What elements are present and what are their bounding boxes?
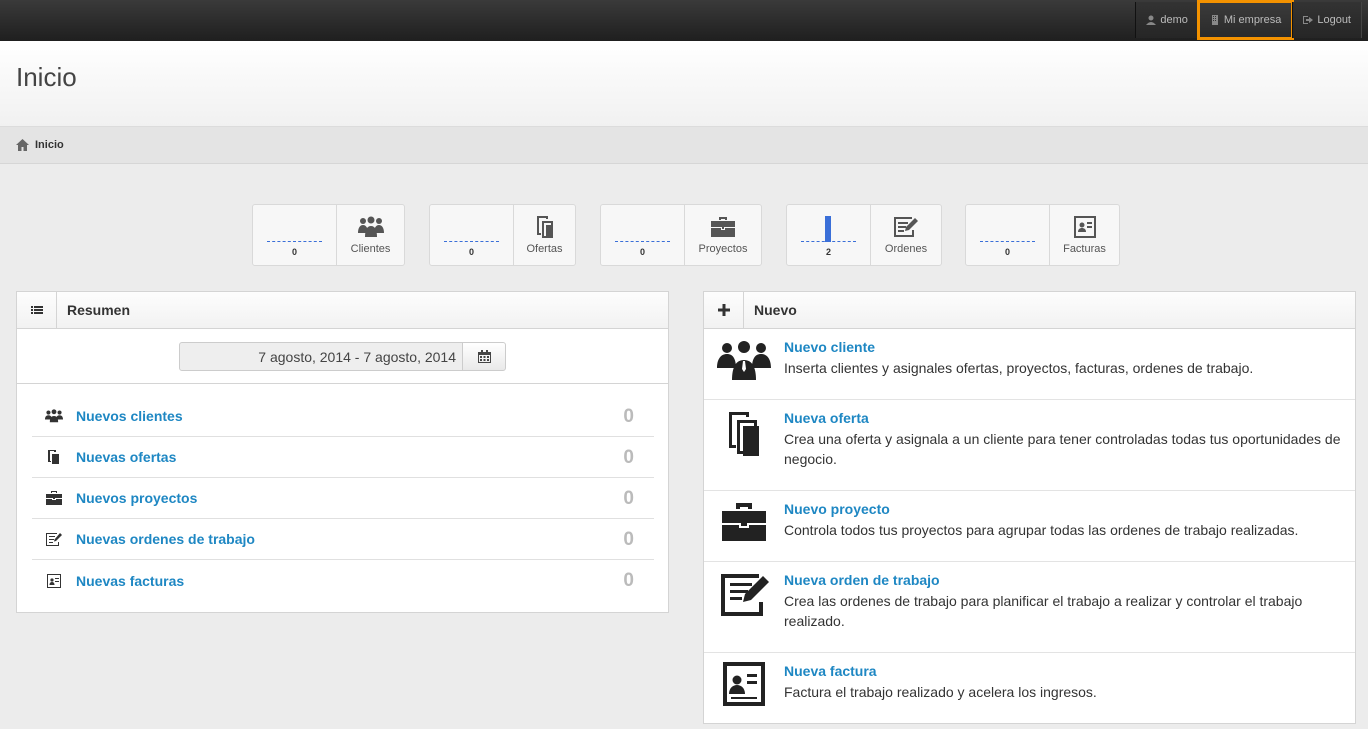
work-order-icon <box>721 574 769 616</box>
spark-bar <box>825 216 831 242</box>
nuevo-header: Nuevo <box>704 291 1355 329</box>
stat-facturas[interactable]: 0 Facturas <box>965 204 1120 266</box>
calendar-icon <box>477 350 491 363</box>
logout-icon <box>1303 16 1314 24</box>
breadcrumb-home[interactable]: Inicio <box>35 139 64 151</box>
nuevo-proyecto-link[interactable]: Nuevo proyecto <box>784 501 1341 517</box>
calendar-button[interactable] <box>462 342 506 371</box>
nuevos-proyectos-link[interactable]: Nuevos proyectos <box>76 490 197 506</box>
stat-ordenes[interactable]: 2 Ordenes <box>786 204 942 266</box>
breadcrumb: Inicio <box>0 127 1368 164</box>
sparkline: 0 <box>966 205 1050 265</box>
offers-icon <box>729 412 759 456</box>
stat-ofertas[interactable]: 0 Ofertas <box>429 204 576 266</box>
nuevas-ofertas-link[interactable]: Nuevas ofertas <box>76 449 176 465</box>
top-nav: demo Mi empresa Logout <box>1135 0 1368 41</box>
stat-count: 2 <box>825 247 831 257</box>
stat-label: Proyectos <box>698 243 748 255</box>
new-item-cliente[interactable]: Nuevo cliente Inserta clientes y asignal… <box>704 329 1355 400</box>
clients-icon <box>357 216 384 237</box>
new-item-oferta[interactable]: Nueva oferta Crea una oferta y asignala … <box>704 400 1355 491</box>
new-item-proyecto[interactable]: Nuevo proyecto Controla todos tus proyec… <box>704 491 1355 562</box>
stat-label: Ordenes <box>884 243 928 255</box>
stat-label: Facturas <box>1063 243 1106 255</box>
stat-count: 0 <box>639 247 645 257</box>
resumen-list: Nuevos clientes 0 Nuevas ofertas 0 Nuevo… <box>32 396 654 601</box>
stat-count: 0 <box>1004 247 1010 257</box>
nuevo-panel: Nuevo Nuevo cliente Inserta clientes y a… <box>703 291 1356 724</box>
new-item-factura[interactable]: Nueva factura Factura el trabajo realiza… <box>704 653 1355 724</box>
nuevo-cliente-desc: Inserta clientes y asignales ofertas, pr… <box>784 360 1254 376</box>
user-icon <box>1146 15 1157 25</box>
invoice-icon <box>47 573 61 588</box>
nuevas-facturas-link[interactable]: Nuevas facturas <box>76 573 184 589</box>
count: 0 <box>623 488 634 509</box>
offers-icon <box>48 450 59 464</box>
list-item: Nuevos proyectos 0 <box>32 478 654 519</box>
page-header: Inicio <box>0 41 1368 127</box>
work-order-icon <box>46 533 62 546</box>
stat-label: Ofertas <box>526 243 563 255</box>
home-icon[interactable] <box>16 139 29 151</box>
stat-clientes[interactable]: 0 Clientes <box>252 204 405 266</box>
user-button[interactable]: demo <box>1135 2 1199 38</box>
new-item-orden[interactable]: Nueva orden de trabajo Crea las ordenes … <box>704 562 1355 653</box>
invoice-icon <box>1073 216 1096 238</box>
list-item: Nuevas facturas 0 <box>32 560 654 601</box>
top-navbar: demo Mi empresa Logout <box>0 0 1368 41</box>
clients-icon <box>717 341 771 380</box>
sparkline: 0 <box>430 205 514 265</box>
list-item: Nuevas ordenes de trabajo 0 <box>32 519 654 560</box>
resumen-header: Resumen <box>17 291 668 329</box>
nuevos-clientes-link[interactable]: Nuevos clientes <box>76 408 183 424</box>
sparkline: 2 <box>787 205 871 265</box>
nuevo-cliente-link[interactable]: Nuevo cliente <box>784 339 1341 355</box>
nuevas-ordenes-link[interactable]: Nuevas ordenes de trabajo <box>76 531 255 547</box>
date-range-input[interactable]: 7 agosto, 2014 - 7 agosto, 2014 <box>179 342 463 371</box>
nueva-factura-link[interactable]: Nueva factura <box>784 663 1341 679</box>
company-button[interactable]: Mi empresa <box>1196 0 1295 40</box>
logout-button[interactable]: Logout <box>1292 2 1362 38</box>
briefcase-icon <box>46 491 62 505</box>
stat-count: 0 <box>291 247 297 257</box>
resumen-title: Resumen <box>67 302 131 318</box>
company-label: Mi empresa <box>1223 14 1282 26</box>
offers-icon <box>536 216 553 238</box>
clients-icon <box>45 409 63 423</box>
sparkline: 0 <box>253 205 337 265</box>
sparkline: 0 <box>601 205 685 265</box>
nueva-oferta-desc: Crea una oferta y asignala a un cliente … <box>784 431 1341 467</box>
invoice-icon <box>723 662 765 706</box>
count: 0 <box>623 447 634 468</box>
briefcase-icon <box>722 503 766 541</box>
nueva-factura-desc: Factura el trabajo realizado y acelera l… <box>784 684 1097 700</box>
building-icon <box>1211 15 1218 25</box>
stat-label: Clientes <box>350 243 391 255</box>
logout-label: Logout <box>1317 14 1351 26</box>
nueva-orden-link[interactable]: Nueva orden de trabajo <box>784 572 1341 588</box>
page-title: Inicio <box>16 62 77 92</box>
list-icon <box>30 306 43 314</box>
nueva-orden-desc: Crea las ordenes de trabajo para planifi… <box>784 593 1303 629</box>
user-label: demo <box>1160 14 1188 26</box>
stat-count: 0 <box>468 247 474 257</box>
count: 0 <box>623 570 634 591</box>
nuevo-proyecto-desc: Controla todos tus proyectos para agrupa… <box>784 522 1299 538</box>
stat-proyectos[interactable]: 0 Proyectos <box>600 204 762 266</box>
work-order-icon <box>894 217 918 237</box>
count: 0 <box>623 406 634 427</box>
list-item: Nuevos clientes 0 <box>32 396 654 437</box>
list-item: Nuevas ofertas 0 <box>32 437 654 478</box>
briefcase-icon <box>711 217 735 237</box>
nuevo-title: Nuevo <box>754 302 797 318</box>
date-filter: 7 agosto, 2014 - 7 agosto, 2014 <box>17 329 668 384</box>
nueva-oferta-link[interactable]: Nueva oferta <box>784 410 1341 426</box>
count: 0 <box>623 529 634 550</box>
plus-icon <box>717 304 730 316</box>
